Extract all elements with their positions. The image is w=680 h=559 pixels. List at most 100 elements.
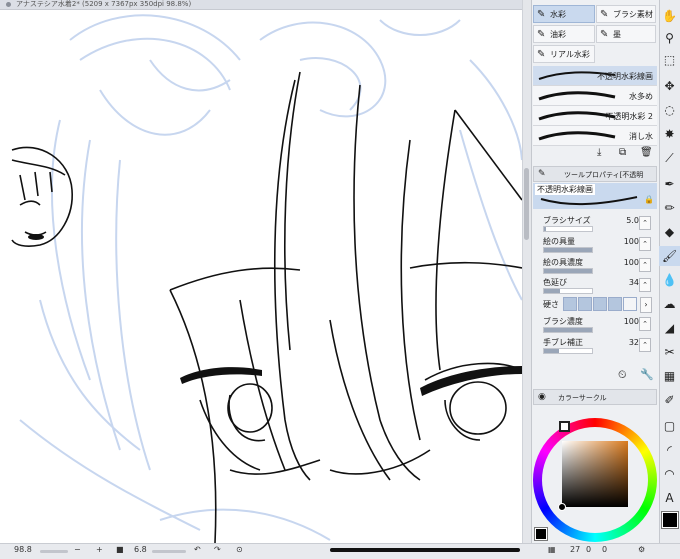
main-color-swatch[interactable] <box>534 527 548 541</box>
prop-stepper-icon[interactable]: ⌃ <box>639 258 651 272</box>
eyedropper-icon[interactable]: ⟋ <box>659 148 680 168</box>
text-icon[interactable]: A <box>659 488 680 508</box>
grid-icon[interactable]: ▦ <box>548 545 556 554</box>
subtool-watercolor[interactable]: ✎ 水彩 <box>533 5 595 23</box>
prop-stepper-icon[interactable]: ⌃ <box>639 338 651 352</box>
hue-handle[interactable] <box>559 421 570 432</box>
current-brush-name: 不透明水彩線画 <box>535 184 595 195</box>
brush-tool-icon[interactable]: 🖌 <box>659 246 680 266</box>
prop-slider[interactable] <box>543 348 593 354</box>
prop-slider-fill <box>544 349 560 353</box>
prop-slider[interactable] <box>543 268 593 274</box>
lasso-icon[interactable]: ◌ <box>659 100 680 120</box>
prop-stepper-icon[interactable]: ⌃ <box>639 237 651 251</box>
zoom-slider[interactable] <box>40 550 68 553</box>
chevron-right-icon[interactable]: › <box>640 297 652 313</box>
subtool-ink[interactable]: ✎ 墨 <box>596 25 656 43</box>
subtool-brush-material[interactable]: ✎ ブラシ素材 <box>596 5 656 23</box>
hand-icon[interactable]: ✋ <box>659 6 680 26</box>
subtool-label: 水彩 <box>550 10 566 19</box>
color-circle-title: カラーサークル <box>558 394 607 402</box>
hardness-option-4[interactable] <box>608 297 622 311</box>
reset-icon[interactable]: ⏲ <box>618 368 627 382</box>
brush-size-slider[interactable] <box>152 550 186 553</box>
reset-rotation-icon[interactable]: ⊙ <box>236 545 243 554</box>
saturation-value-square[interactable] <box>562 441 628 507</box>
gradient-icon[interactable]: ▦ <box>659 366 680 386</box>
settings-icon[interactable]: ⚙ <box>638 545 645 554</box>
brush-item[interactable]: 不透明水彩線画 <box>533 66 657 86</box>
brush-item[interactable]: 水多め <box>533 86 657 106</box>
move-icon[interactable]: ✥ <box>659 76 680 96</box>
prop-value: 5.0 <box>626 216 639 225</box>
prop-slider[interactable] <box>543 247 593 253</box>
brush-item[interactable]: 不透明水彩 2 <box>533 106 657 126</box>
prop-slider[interactable] <box>543 288 593 294</box>
tool-property-header[interactable]: ✎ ツールプロパティ[不透明 <box>533 166 657 182</box>
hardness-option-2[interactable] <box>578 297 592 311</box>
prop-label: ブラシサイズ <box>543 216 591 225</box>
rotate-left-icon[interactable]: ↶ <box>194 545 201 554</box>
subtool-label: ブラシ素材 <box>613 10 653 19</box>
canvas-scroll-thumb[interactable] <box>524 168 529 240</box>
prop-stepper-icon[interactable]: ⌃ <box>639 278 651 292</box>
decoration-icon[interactable]: ✂ <box>659 342 680 362</box>
blend-icon[interactable]: ☁ <box>659 294 680 314</box>
prop-value: 34 <box>628 278 639 287</box>
rotate-right-icon[interactable]: ↷ <box>214 545 221 554</box>
zoom-in-icon[interactable]: + <box>96 545 103 554</box>
brush-count: 27 <box>570 545 581 554</box>
canvas-tab[interactable]: アナステシア水着2* (5209 x 7367px 350dpi 98.8%) <box>0 0 522 10</box>
tool-property-icon: ✎ <box>538 169 546 179</box>
auto-select-icon[interactable]: ✸ <box>659 124 680 144</box>
hardness-option-1[interactable] <box>563 297 577 311</box>
hardness-option-5[interactable] <box>623 297 637 311</box>
prop-row[interactable]: 絵の具量 100 ⌃ <box>537 236 655 255</box>
prop-row[interactable]: 絵の具濃度 100 ⌃ <box>537 257 655 276</box>
wrench-icon[interactable]: 🔧 <box>640 368 654 381</box>
current-brush-preview: 不透明水彩線画 🔒 <box>533 183 657 209</box>
prop-stepper-icon[interactable]: ⌃ <box>639 216 651 230</box>
prop-slider[interactable] <box>543 226 593 232</box>
brush-item[interactable]: 消し水 <box>533 126 657 146</box>
home-indicator <box>330 548 520 552</box>
subtool-real-watercolor[interactable]: ✎ リアル水彩 <box>533 45 595 63</box>
figure-icon[interactable]: ▢ <box>659 416 680 436</box>
download-icon[interactable]: ⤓ <box>597 147 601 158</box>
correct-line-icon[interactable]: ✐ <box>659 390 680 410</box>
prop-row[interactable]: ブラシサイズ 5.0 ⌃ <box>537 215 655 234</box>
prop-row[interactable]: ブラシ濃度 100 ⌃ <box>537 316 655 335</box>
pencil-icon[interactable]: ✏ <box>659 198 680 218</box>
airbrush-icon[interactable]: 💧 <box>659 270 680 290</box>
drawing-canvas[interactable] <box>0 0 522 543</box>
balloon-icon[interactable]: ◠ <box>659 464 680 484</box>
prop-row[interactable]: 色延び 34 ⌃ <box>537 277 655 296</box>
prop-label: 絵の具濃度 <box>543 258 583 267</box>
eraser-icon[interactable]: ◆ <box>659 222 680 242</box>
canvas-artwork <box>11 14 522 543</box>
lock-icon[interactable]: 🔒 <box>644 195 654 204</box>
prop-slider[interactable] <box>543 327 593 333</box>
subtool-oil[interactable]: ✎ 油彩 <box>533 25 595 43</box>
object-icon[interactable]: ⬚ <box>659 50 680 70</box>
unsaved-dot-icon <box>6 2 11 7</box>
canvas-tab-title: アナステシア水着2* (5209 x 7367px 350dpi 98.8%) <box>16 0 192 8</box>
prop-row[interactable]: 手ブレ補正 32 ⌃ <box>537 337 655 356</box>
zoom-icon[interactable]: ⚲ <box>659 28 680 48</box>
trash-icon[interactable]: 🗑 <box>640 147 653 158</box>
duplicate-icon[interactable]: ⧉ <box>619 147 626 158</box>
sv-handle[interactable] <box>558 503 566 511</box>
hardness-option-3[interactable] <box>593 297 607 311</box>
subtool-label: リアル水彩 <box>550 50 590 59</box>
brush-item-label: 消し水 <box>629 132 653 141</box>
toolbar-color-swatch[interactable] <box>661 511 679 529</box>
prop-value: 100 <box>623 258 639 267</box>
prop-label: 絵の具量 <box>543 237 575 246</box>
pen-icon[interactable]: ✒ <box>659 174 680 194</box>
fill-icon[interactable]: ◢ <box>659 318 680 338</box>
color-circle-header[interactable]: ◉ カラーサークル <box>533 389 657 405</box>
prop-stepper-icon[interactable]: ⌃ <box>639 317 651 331</box>
zoom-out-icon[interactable]: − <box>74 545 81 554</box>
brush-item-label: 水多め <box>629 92 653 101</box>
frame-icon[interactable]: ◜ <box>659 440 680 460</box>
